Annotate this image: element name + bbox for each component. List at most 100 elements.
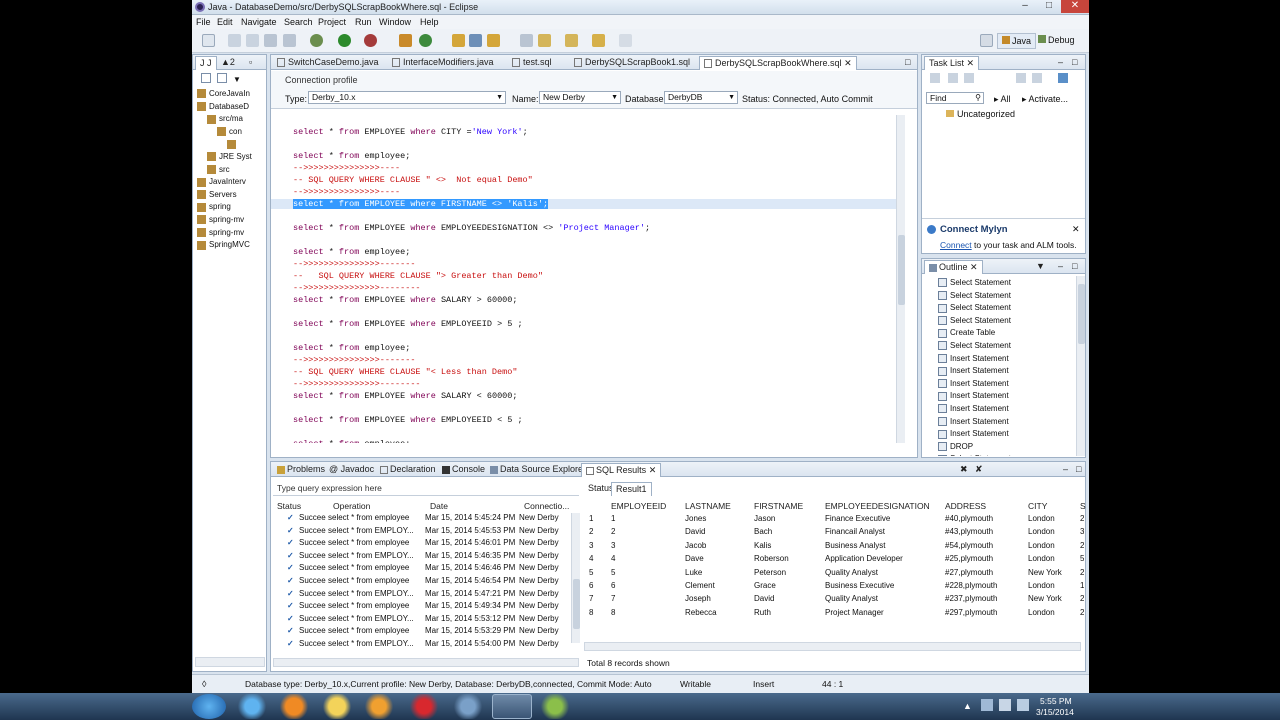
tree-item[interactable]: src/ma (207, 114, 243, 124)
outline-item[interactable]: Insert Statement (938, 404, 1009, 414)
link-editor-icon[interactable] (217, 73, 227, 83)
minimize-button[interactable]: – (1013, 0, 1037, 13)
tab-hierarchy[interactable]: ▲2 (217, 56, 239, 70)
new-java-project-icon[interactable] (399, 34, 412, 47)
minimize-icon[interactable]: – (1054, 56, 1067, 70)
clock-time[interactable]: 5:55 PM (1040, 696, 1072, 706)
explorer-hscroll[interactable] (195, 657, 265, 667)
tray-arrow-icon[interactable]: ▲ (963, 701, 972, 711)
result-row[interactable]: 6 6 Clement Grace Business Executive #228,ply… (584, 581, 1084, 593)
minimize-icon[interactable]: – (1059, 463, 1072, 477)
outline-item[interactable]: DROP (938, 442, 973, 452)
tree-item[interactable]: JRE Syst (207, 152, 252, 162)
outline-item[interactable]: Create Table (938, 328, 995, 338)
close-tab-icon[interactable]: ✕ (844, 58, 852, 68)
external-tools-icon[interactable] (364, 34, 377, 47)
notepad-icon[interactable] (535, 694, 575, 719)
flash-icon[interactable] (404, 694, 444, 719)
outline-item[interactable]: Insert Statement (938, 354, 1009, 363)
close-icon[interactable]: ✕ (1072, 224, 1080, 235)
history-row[interactable]: ✓ Succeeselect * from employee Mar 15, 201… (273, 538, 571, 550)
menu-window[interactable]: Window (379, 17, 411, 27)
history-row[interactable]: ✓ Succee select * from EMPLOY... Mar 15, 20… (273, 589, 571, 601)
outline-item[interactable]: Insert Statement (938, 429, 1009, 439)
tree-item[interactable]: spring (197, 202, 231, 212)
search-icon[interactable] (469, 34, 482, 47)
filter-icon[interactable] (1016, 73, 1026, 83)
result-header-city[interactable]: CITY (1028, 501, 1047, 511)
tab-sql-results[interactable]: SQL Results ✕ (581, 463, 662, 477)
tree-item[interactable]: JavaInterv (197, 177, 246, 187)
history-hscroll[interactable] (273, 658, 579, 667)
new-class-icon[interactable] (419, 34, 432, 47)
tab-test-sql[interactable]: test.sql (508, 56, 556, 70)
perspective-debug[interactable]: Debug (1034, 33, 1079, 49)
collapse-all-icon[interactable] (201, 73, 211, 83)
outline-item[interactable]: Select Statement (938, 278, 1011, 288)
outline-vscroll[interactable] (1076, 276, 1085, 456)
explorer-icon[interactable] (317, 694, 357, 719)
tab-problems[interactable]: Problems (273, 463, 329, 477)
history-filter-input[interactable]: Type query expression here (273, 483, 579, 496)
remove-all-icon[interactable]: ✘ (971, 463, 987, 477)
results-hscroll[interactable] (584, 642, 1081, 651)
tab-task-list[interactable]: Task List ✕ (924, 56, 980, 70)
save-icon[interactable] (228, 34, 241, 47)
task-all-link[interactable]: ▸ All (994, 94, 1011, 105)
tab-interfacemodifiers[interactable]: InterfaceModifiers.java (388, 56, 498, 70)
maximize-editor-icon[interactable]: □ (901, 56, 914, 70)
view-menu-icon[interactable]: ▼ (233, 75, 241, 84)
tree-item[interactable]: SpringMVC (197, 240, 250, 250)
result-row[interactable]: 2 2 David Bach Financail Analyst #43,plymouth… (584, 527, 1084, 539)
result-row[interactable]: 5 5 Luke Peterson Quality Analyst #27,plymout… (584, 568, 1084, 580)
close-button[interactable]: ✕ (1061, 0, 1089, 13)
start-button[interactable] (192, 694, 226, 719)
prev-annotation-icon[interactable] (565, 34, 578, 47)
editor-scroll-thumb[interactable] (898, 235, 905, 305)
tab-switchcasedemo[interactable]: SwitchCaseDemo.java (273, 56, 383, 70)
history-vscroll[interactable] (571, 513, 580, 643)
history-row[interactable]: ✓ Succeeselect * from employee Mar 15, 201… (273, 601, 571, 613)
result-row[interactable]: 8 8 Rebecca Ruth Project Manager #297,plymout… (584, 608, 1084, 620)
task-find-input[interactable]: Find ⚲ (926, 92, 984, 104)
tree-item[interactable]: spring-mv (197, 228, 244, 237)
tab-console[interactable]: Console (438, 463, 489, 477)
history-row[interactable]: ✓ Succeeselect * from employee Mar 15, 201… (273, 576, 571, 588)
menu-project[interactable]: Project (318, 17, 346, 27)
media-player-icon[interactable] (359, 694, 399, 719)
outline-item[interactable]: Select Statement (938, 291, 1011, 300)
history-header-connection[interactable]: Connectio... (524, 501, 569, 511)
open-perspective-icon[interactable] (980, 34, 993, 47)
new-icon[interactable] (202, 34, 215, 47)
tree-item[interactable]: DatabaseD (197, 102, 249, 111)
history-row[interactable]: ✓ Succeeselect * from employee Mar 15, 201… (273, 563, 571, 575)
tab-derbysqlscrapbook1[interactable]: DerbySQLScrapBook1.sql (570, 56, 694, 70)
menu-run[interactable]: Run (355, 17, 372, 27)
schedule-icon[interactable] (964, 73, 974, 83)
categorize-icon[interactable] (948, 73, 958, 83)
outline-item[interactable]: Insert Statement (938, 417, 1009, 426)
outline-item[interactable]: Select Statement (938, 454, 1011, 456)
selected-sql[interactable]: select * from EMPLOYEE where FIRSTNAME <… (293, 199, 549, 209)
outline-item[interactable]: Select Statement (938, 341, 1011, 351)
tab-declaration[interactable]: Declaration (376, 463, 440, 477)
open-type-icon[interactable] (452, 34, 465, 47)
result-header-employeeid[interactable]: EMPLOYEEID (611, 501, 666, 511)
result-header-firstname[interactable]: FIRSTNAME (754, 501, 803, 511)
result-header-address[interactable]: ADDRESS (945, 501, 986, 511)
tree-item[interactable]: spring-mv (197, 215, 244, 225)
history-row[interactable]: ✓ Succeeselect * from employee Mar 15, 201… (273, 652, 571, 653)
tab-data-source-explorer[interactable]: Data Source Explorer (486, 463, 590, 477)
print-icon[interactable] (264, 34, 277, 47)
build-icon[interactable] (283, 34, 296, 47)
database-select[interactable]: DerbyDB ▼ (664, 91, 738, 104)
collapse-icon[interactable] (1032, 73, 1042, 83)
tab-javadoc[interactable]: @ Javadoc (325, 463, 378, 477)
annotation-icon[interactable] (520, 34, 533, 47)
outline-scroll-thumb[interactable] (1078, 284, 1085, 344)
next-annotation-icon[interactable] (538, 34, 551, 47)
sql-code-area[interactable]: select * from EMPLOYEE where CITY ='New … (271, 110, 905, 443)
tree-item[interactable]: src (207, 165, 230, 174)
result-row[interactable]: 1 1 Jones Jason Finance Executive #40,plymout… (584, 514, 1084, 526)
menu-file[interactable]: File (196, 17, 211, 27)
